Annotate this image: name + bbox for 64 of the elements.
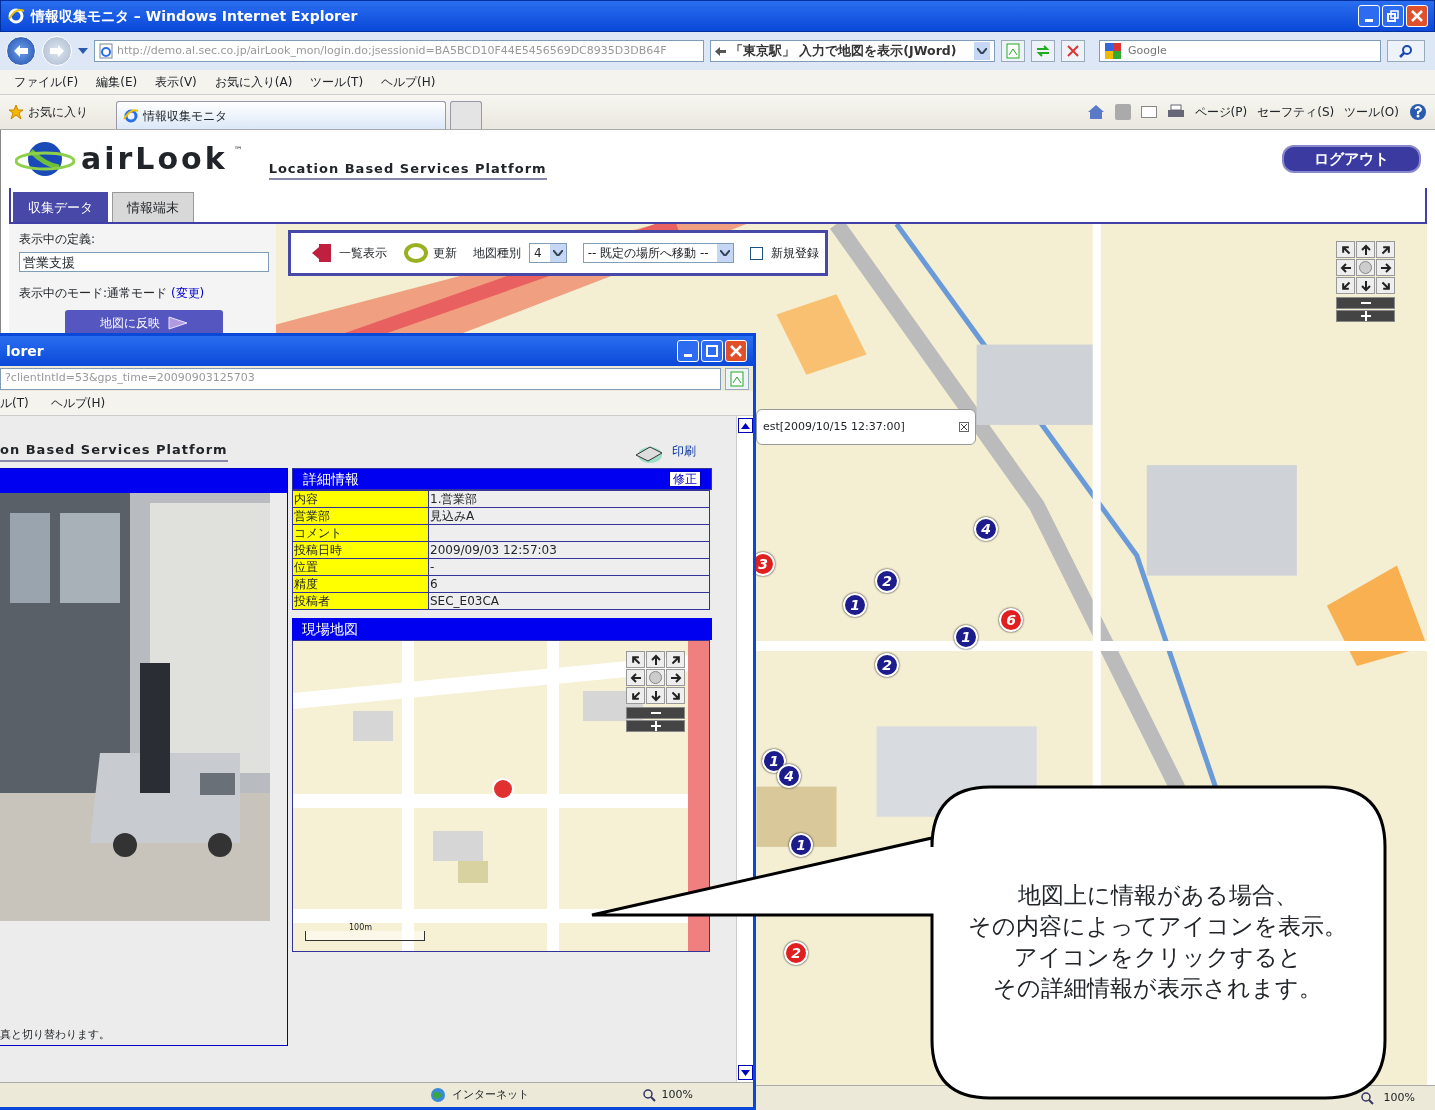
menu-item[interactable]: ル(T) <box>0 394 29 412</box>
menu-item[interactable]: 表示(V) <box>155 73 197 91</box>
app-tab[interactable]: 収集データ <box>13 192 108 222</box>
globe-icon <box>430 1087 446 1103</box>
page-icon <box>1006 43 1020 59</box>
close-icon <box>1411 10 1423 22</box>
trademark-text: ™ <box>233 144 243 157</box>
zoom-icon <box>641 1088 656 1102</box>
refresh-button[interactable] <box>1031 40 1055 62</box>
menu-item[interactable]: 編集(E) <box>96 73 138 91</box>
browser-tab[interactable]: 情報収集モニタ <box>116 101 446 129</box>
arrow-left-icon <box>13 44 29 58</box>
favorites-button[interactable]: お気に入り <box>8 103 88 121</box>
change-link[interactable]: (変更) <box>170 286 205 300</box>
command-menu[interactable]: ツール(O) <box>1344 103 1399 121</box>
window-title: lorer <box>6 341 44 361</box>
menu-item[interactable]: ツール(T) <box>310 73 364 91</box>
mode-label: 表示中のモード:通常モード <box>19 286 168 300</box>
page-icon <box>99 43 113 59</box>
search-provider-icon <box>1104 42 1122 60</box>
search-button[interactable] <box>1387 40 1425 62</box>
browser-logo-icon <box>123 107 139 124</box>
restore-button[interactable] <box>1382 5 1404 27</box>
stop-button[interactable] <box>1061 40 1085 62</box>
help-icon[interactable] <box>1409 103 1427 121</box>
logo-text: airLook <box>81 144 228 174</box>
definition-label: 表示中の定義: <box>19 231 96 248</box>
apply-button[interactable]: 地図に反映 <box>65 310 223 336</box>
logout-button[interactable]: ログアウト <box>1282 144 1421 174</box>
back-button[interactable] <box>6 36 36 66</box>
definition-field[interactable]: 営業支援 <box>19 252 269 272</box>
home-icon[interactable] <box>1086 104 1105 120</box>
note-text: 真と切り替わります。 <box>0 1026 110 1043</box>
command-menu[interactable]: ページ(P) <box>1194 103 1248 121</box>
arrow-left-icon <box>715 46 726 56</box>
menu-item[interactable]: ヘルプ(H) <box>50 394 106 412</box>
app-tab[interactable]: 情報端末 <box>112 192 194 222</box>
zoom-level[interactable]: 100% <box>1383 1089 1415 1107</box>
caret-icon[interactable] <box>78 48 88 54</box>
tab-label: 情報収集モニタ <box>143 107 227 125</box>
zoom-icon <box>1359 1091 1374 1105</box>
star-icon <box>8 104 24 120</box>
minimize-icon <box>1365 18 1373 22</box>
command-menu[interactable]: セーフティ(S) <box>1257 103 1335 121</box>
arrow-right-icon <box>49 44 65 58</box>
close-icon <box>1067 45 1079 57</box>
menu-item[interactable]: ヘルプ(H) <box>381 73 436 91</box>
zoom-level[interactable]: 100% <box>661 1086 693 1104</box>
dropdown-icon[interactable] <box>974 42 990 60</box>
close-button[interactable] <box>1406 5 1428 27</box>
minimize-button[interactable] <box>1358 5 1380 27</box>
refresh-icon <box>1035 44 1051 58</box>
tagline: on Based Services Platform <box>0 440 228 462</box>
play-arrow-icon <box>168 316 188 330</box>
tagline: Location Based Services Platform <box>268 158 547 180</box>
search-icon <box>1399 44 1413 58</box>
search-box[interactable]: Google <box>1099 40 1381 62</box>
menu-item[interactable]: ファイル(F) <box>14 73 79 91</box>
zone-label: インターネット <box>452 1086 529 1103</box>
restore-icon <box>1387 10 1399 22</box>
window-title: 情報収集モニタ – Windows Internet Explorer <box>31 6 358 26</box>
jword-field[interactable]: 「東京駅」 入力で地図を表示(JWord) <box>710 40 995 62</box>
browser-logo-icon <box>7 7 25 25</box>
menu-item[interactable]: お気に入り(A) <box>214 73 293 91</box>
